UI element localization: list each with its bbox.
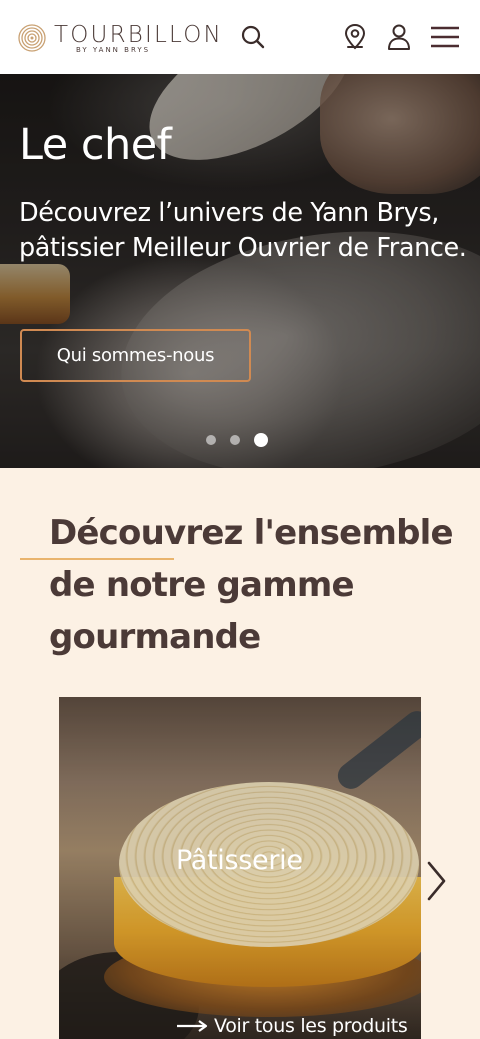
menu-button[interactable] [428,22,462,52]
brand-subtitle: BY YANN BRYS [76,46,151,54]
hero-slider: Le chef Découvrez l’univers de Yann Brys… [0,74,480,468]
location-pin-icon [344,23,366,50]
slider-pagination [206,432,268,448]
range-section-title: Découvrez l'ensemble de notre gamme gour… [49,513,454,657]
category-card-patisserie[interactable]: Pâtisserie Voir tous les produits [59,697,421,1039]
slider-dot-1[interactable] [206,435,216,445]
carousel-next-chevron-icon[interactable] [424,860,448,902]
search-button[interactable] [238,22,268,52]
search-icon [241,25,265,49]
slider-dot-2[interactable] [230,435,240,445]
menu-icon [431,26,459,48]
about-us-button[interactable]: Qui sommes-nous [20,329,251,382]
user-icon [388,24,410,50]
category-label: Pâtisserie [176,845,303,876]
brand-name: TOURBILLON [54,22,223,48]
account-button[interactable] [384,22,414,52]
store-locator-button[interactable] [340,22,370,52]
arrow-right-icon [177,1020,208,1032]
view-all-products-link[interactable]: Voir tous les produits [176,1015,408,1037]
logo-spiral-icon [18,24,46,52]
hero-description: Découvrez l’univers de Yann Brys, pâtiss… [19,198,467,263]
title-accent-line [20,558,174,560]
site-header: TOURBILLON BY YANN BRYS [0,0,480,74]
hero-title: Le chef [19,120,172,170]
view-all-products-label: Voir tous les produits [214,1015,408,1037]
slider-dot-3[interactable] [254,433,268,447]
